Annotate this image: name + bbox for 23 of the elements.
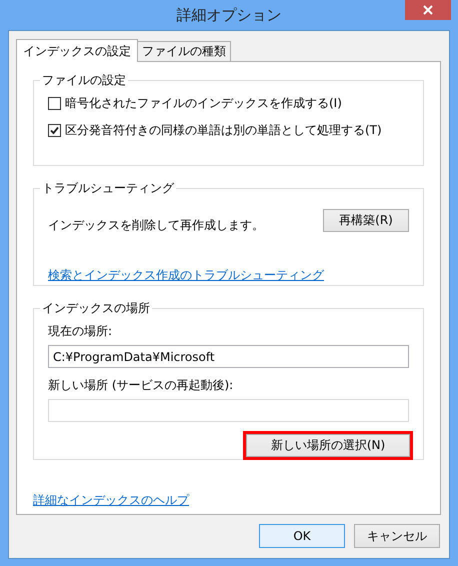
rebuild-button[interactable]: 再構築(R) (323, 209, 409, 232)
description-text: インデックスを削除して再作成します。 (48, 217, 264, 234)
checkbox[interactable] (48, 124, 61, 137)
group-title: トラブルシューティング (41, 180, 176, 197)
checkbox[interactable] (48, 97, 61, 110)
troubleshooting-link[interactable]: 検索とインデックス作成のトラブルシューティング (48, 267, 324, 284)
close-button[interactable] (405, 0, 451, 20)
dialog-button[interactable]: キャンセル (354, 524, 440, 548)
group-title: インデックスの場所 (41, 300, 151, 317)
group-title: ファイルの設定 (41, 72, 127, 89)
tab[interactable]: インデックスの設定 (16, 39, 138, 62)
field-label: 新しい場所 (サービスの再起動後): (48, 377, 234, 394)
dialog-button[interactable]: OK (259, 524, 345, 548)
close-icon (423, 5, 433, 15)
checkbox-label[interactable]: 区分発音符付きの同様の単語は別の単語として処理する(T) (65, 122, 382, 139)
window-title: 詳細オプション (176, 6, 282, 24)
help-link[interactable]: 詳細なインデックスのヘルプ (33, 492, 424, 509)
checkbox-label[interactable]: 暗号化されたファイルのインデックスを作成する(I) (65, 95, 342, 112)
input-field[interactable]: C:¥ProgramData¥Microsoft (48, 345, 409, 368)
tab[interactable]: ファイルの種類 (137, 41, 231, 61)
field-label: 現在の場所: (48, 323, 114, 340)
input-field[interactable] (48, 399, 409, 422)
select-location-button[interactable]: 新しい場所の選択(N) (243, 431, 413, 460)
